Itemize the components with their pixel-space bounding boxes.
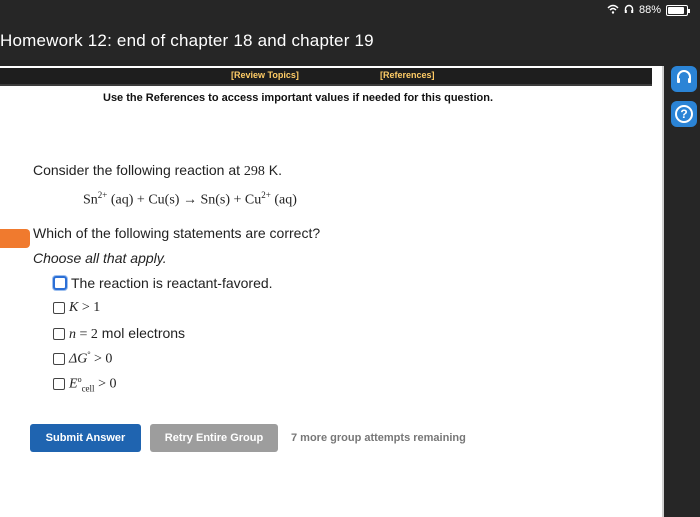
option-2-var: K [69,300,79,315]
eq-cu-state: (aq) [274,192,297,208]
help-icon: ? [675,105,693,123]
eq-arrow: → [182,192,197,208]
option-4-label: ΔG° > 0 [69,350,112,368]
headphones-icon [624,4,634,17]
question-instruction: Choose all that apply. [33,250,167,266]
question-prompt: Which of the following statements are co… [33,225,321,241]
review-topics-link[interactable]: [Review Topics] [231,70,299,80]
eq-cu-charge: 2+ [261,190,271,200]
question-marker-tab[interactable] [0,229,30,248]
option-3-rel: = 2 [76,327,98,342]
status-bar: 88% [0,0,700,20]
attempts-remaining: 7 more group attempts remaining [291,432,466,444]
status-indicators: 88% [607,3,690,17]
option-2-checkbox[interactable] [53,302,65,314]
help-button[interactable]: ? [671,101,697,127]
option-reactant-favored[interactable]: The reaction is reactant-favored. [53,274,273,292]
option-1-label: The reaction is reactant-favored. [71,275,273,291]
eq-plus-2: + [233,192,242,208]
references-link[interactable]: [References] [380,70,435,80]
eq-sn-solid: Sn(s) [200,192,231,208]
panel-edge [662,66,664,517]
eq-sn-charge: 2+ [97,190,108,200]
option-5-label: Eocell > 0 [69,375,116,393]
reaction-equation: Sn2+ (aq) + Cu(s) → Sn(s) + Cu2+ (aq) [83,190,297,209]
eq-cu-solid: Cu(s) [148,192,180,208]
option-5-sub: cell [81,383,95,394]
question-intro: Consider the following reaction at 298 K… [33,162,282,180]
option-delta-g-greater-than-0[interactable]: ΔG° > 0 [53,350,112,368]
reference-note: Use the References to access important v… [103,92,494,104]
headset-icon [675,68,693,91]
option-3-text: mol electrons [97,325,186,341]
option-5-rel: > 0 [94,376,117,392]
submit-answer-button[interactable]: Submit Answer [30,424,141,452]
option-1-checkbox[interactable] [53,276,67,290]
option-5-var: E [69,376,78,392]
battery-percent: 88% [638,4,661,16]
support-button[interactable] [671,66,697,92]
page-title: Homework 12: end of chapter 18 and chapt… [0,31,374,50]
eq-sn-state: (aq) [110,192,134,208]
option-e-cell-greater-than-0[interactable]: Eocell > 0 [53,375,116,393]
option-5-checkbox[interactable] [53,378,65,390]
eq-sn-ion: Sn [83,192,98,208]
battery-icon [666,4,690,16]
wifi-icon [607,4,619,17]
option-n-equals-2[interactable]: n = 2 mol electrons [53,325,185,343]
retry-entire-group-button[interactable]: Retry Entire Group [150,424,278,452]
intro-prefix: Consider the following reaction at [33,162,244,178]
option-4-checkbox[interactable] [53,353,65,365]
question-toolbar: [Review Topics] [References] [0,68,652,86]
option-4-var: ΔG [69,351,88,367]
option-2-label: K > 1 [69,300,100,316]
option-4-rel: > 0 [90,351,113,367]
intro-suffix: K. [264,162,283,178]
eq-cu-ion: Cu [244,192,262,208]
eq-plus-1: + [136,192,145,208]
temperature-value: 298 [243,164,265,179]
option-k-greater-than-1[interactable]: K > 1 [53,299,100,317]
option-3-label: n = 2 mol electrons [69,325,185,343]
option-2-rel: > 1 [78,300,101,315]
option-3-var: n [69,327,76,342]
option-3-checkbox[interactable] [53,328,65,340]
